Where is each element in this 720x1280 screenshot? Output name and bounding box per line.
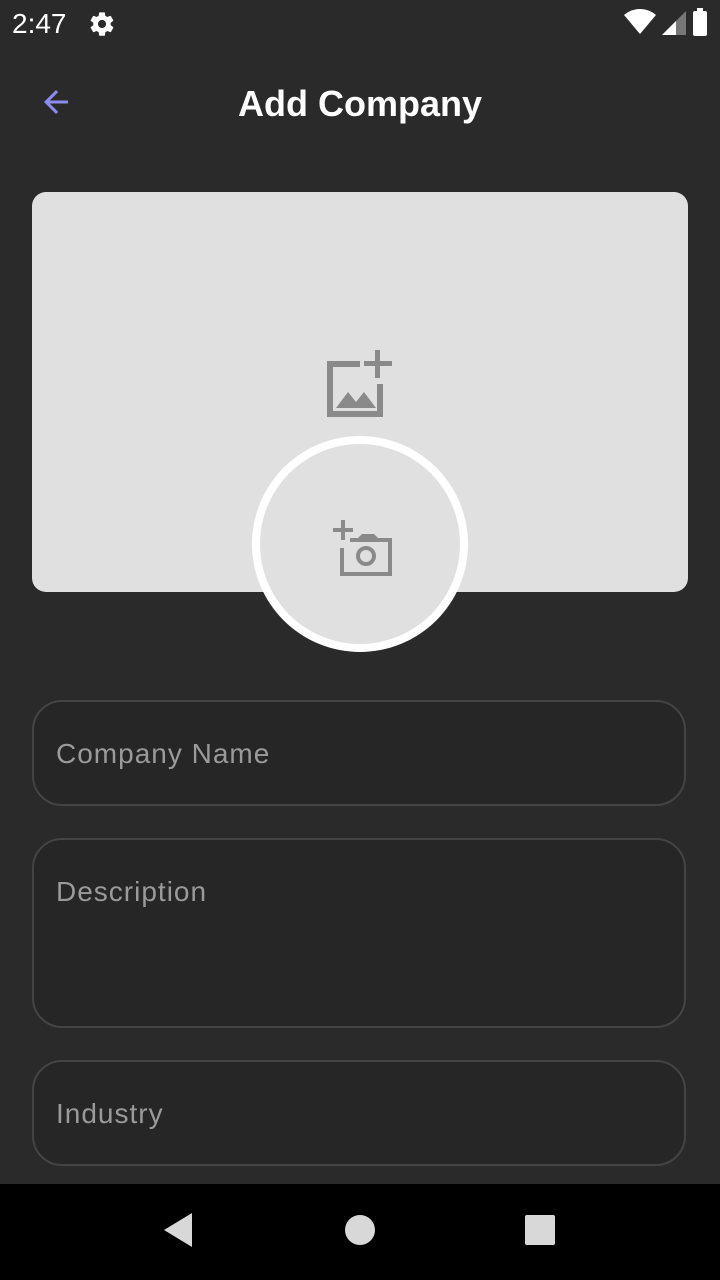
add-a-photo-icon [332, 518, 396, 582]
signal-icon [662, 9, 686, 40]
wifi-icon [624, 8, 656, 40]
company-name-field[interactable] [32, 700, 686, 806]
company-name-input[interactable] [56, 734, 662, 774]
status-time: 2:47 [12, 8, 67, 39]
app-bar: Add Company [0, 56, 720, 152]
industry-field[interactable] [32, 1060, 686, 1166]
nav-back-button[interactable] [154, 1208, 202, 1256]
gear-icon [88, 10, 116, 38]
status-icons [624, 7, 708, 41]
nav-recents-icon [525, 1214, 555, 1250]
industry-input[interactable] [56, 1094, 662, 1134]
add-company-screen: 2:47 Add Company Company Name Descriptio… [0, 0, 720, 1280]
add-photo-icon [322, 350, 402, 430]
nav-home-button[interactable] [336, 1208, 384, 1256]
battery-icon [692, 7, 708, 41]
system-nav-bar [0, 1184, 720, 1280]
description-field[interactable] [32, 838, 686, 1028]
description-input[interactable] [56, 874, 662, 1004]
nav-recents-button[interactable] [516, 1208, 564, 1256]
nav-back-icon [162, 1212, 194, 1252]
page-title: Add Company [237, 83, 482, 124]
status-bar: 2:47 [0, 0, 720, 48]
avatar-picker[interactable] [252, 436, 468, 652]
nav-home-icon [344, 1214, 376, 1251]
avatar [260, 444, 460, 644]
